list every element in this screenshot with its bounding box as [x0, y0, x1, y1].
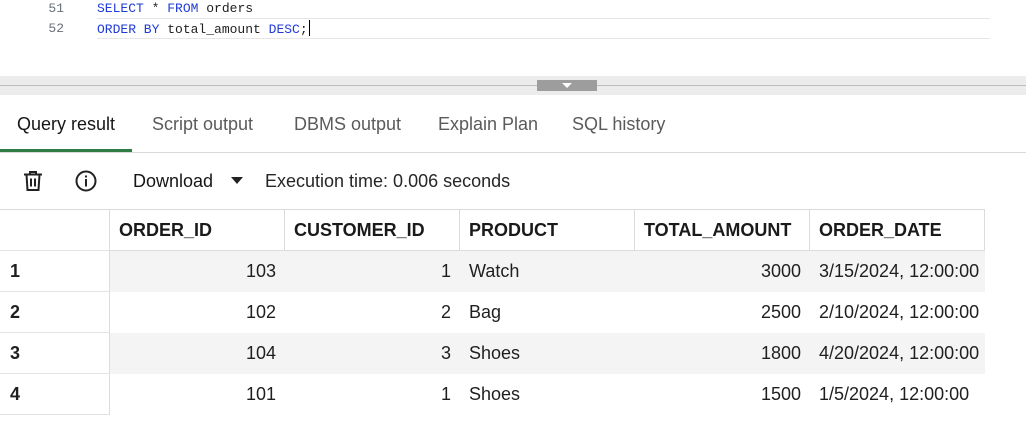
- cell-order-date[interactable]: 4/20/2024, 12:00:00: [810, 333, 985, 374]
- download-button[interactable]: Download: [133, 169, 213, 193]
- cell-total-amount[interactable]: 1800: [635, 333, 810, 374]
- cell-product[interactable]: Shoes: [460, 374, 635, 415]
- splitter-handle[interactable]: [537, 80, 597, 91]
- sql-keyword: SELECT: [97, 1, 144, 16]
- code-line: 52 ORDER BY total_amount DESC;: [0, 20, 1010, 40]
- splitter-rule: [0, 85, 1026, 86]
- text-cursor: [308, 20, 310, 36]
- cell-total-amount[interactable]: 3000: [635, 251, 810, 292]
- column-header[interactable]: ORDER_DATE: [810, 210, 985, 251]
- sql-editor[interactable]: 51 SELECT * FROM orders 52 ORDER BY tota…: [0, 0, 1026, 76]
- column-header[interactable]: TOTAL_AMOUNT: [635, 210, 810, 251]
- table-row[interactable]: 2 102 2 Bag 2500 2/10/2024, 12:00:00: [0, 292, 985, 333]
- tab-explain-plan[interactable]: Explain Plan: [421, 95, 555, 152]
- cell-order-date[interactable]: 1/5/2024, 12:00:00: [810, 374, 985, 415]
- cell-customer-id[interactable]: 3: [285, 333, 460, 374]
- cell-product[interactable]: Bag: [460, 292, 635, 333]
- collapse-arrow-icon: [562, 83, 572, 88]
- result-grid: ORDER_ID CUSTOMER_ID PRODUCT TOTAL_AMOUN…: [0, 209, 985, 415]
- column-header[interactable]: CUSTOMER_ID: [285, 210, 460, 251]
- cell-order-date[interactable]: 3/15/2024, 12:00:00: [810, 251, 985, 292]
- sql-text: total_amount: [159, 22, 269, 37]
- cell-order-id[interactable]: 104: [110, 333, 285, 374]
- cell-order-id[interactable]: 101: [110, 374, 285, 415]
- result-toolbar: Download Execution time: 0.006 seconds: [0, 153, 1026, 209]
- tab-script-output[interactable]: Script output: [135, 95, 270, 152]
- table-row[interactable]: 4 101 1 Shoes 1500 1/5/2024, 12:00:00: [0, 374, 985, 415]
- code-line: 51 SELECT * FROM orders: [0, 0, 1010, 20]
- sql-text: ;: [299, 22, 308, 37]
- trash-icon[interactable]: [21, 169, 45, 193]
- cell-order-date[interactable]: 2/10/2024, 12:00:00: [810, 292, 985, 333]
- row-number[interactable]: 1: [0, 251, 110, 292]
- grid-header-row: ORDER_ID CUSTOMER_ID PRODUCT TOTAL_AMOUN…: [0, 210, 985, 251]
- sql-text: *: [143, 1, 168, 16]
- table-row[interactable]: 1 103 1 Watch 3000 3/15/2024, 12:00:00: [0, 251, 985, 292]
- grid-body: 1 103 1 Watch 3000 3/15/2024, 12:00:00 2…: [0, 251, 985, 415]
- row-number[interactable]: 3: [0, 333, 110, 374]
- row-number[interactable]: 2: [0, 292, 110, 333]
- chevron-down-icon[interactable]: [231, 177, 243, 184]
- code-text[interactable]: ORDER BY total_amount DESC;: [97, 20, 990, 39]
- execution-time: Execution time: 0.006 seconds: [265, 171, 511, 191]
- cell-product[interactable]: Watch: [460, 251, 635, 292]
- pane-splitter[interactable]: [0, 76, 1026, 95]
- column-header[interactable]: PRODUCT: [460, 210, 635, 251]
- cell-customer-id[interactable]: 1: [285, 374, 460, 415]
- line-number: 51: [48, 1, 64, 16]
- code-text[interactable]: SELECT * FROM orders: [97, 0, 990, 19]
- cell-total-amount[interactable]: 2500: [635, 292, 810, 333]
- output-tabs: Query result Script output DBMS output E…: [0, 95, 1026, 153]
- info-icon[interactable]: [74, 169, 98, 193]
- cell-customer-id[interactable]: 2: [285, 292, 460, 333]
- cell-order-id[interactable]: 103: [110, 251, 285, 292]
- column-header[interactable]: ORDER_ID: [110, 210, 285, 251]
- cell-customer-id[interactable]: 1: [285, 251, 460, 292]
- table-row[interactable]: 3 104 3 Shoes 1800 4/20/2024, 12:00:00: [0, 333, 985, 374]
- row-number[interactable]: 4: [0, 374, 110, 415]
- cell-product[interactable]: Shoes: [460, 333, 635, 374]
- cell-order-id[interactable]: 102: [110, 292, 285, 333]
- row-number-header: [0, 210, 110, 251]
- sql-keyword: DESC: [268, 22, 300, 37]
- line-number: 52: [48, 21, 64, 36]
- tab-query-result[interactable]: Query result: [0, 95, 133, 152]
- sql-text: orders: [198, 1, 254, 16]
- tab-dbms-output[interactable]: DBMS output: [277, 95, 418, 152]
- sql-keyword: ORDER BY: [97, 22, 160, 37]
- tab-sql-history[interactable]: SQL history: [555, 95, 682, 152]
- cell-total-amount[interactable]: 1500: [635, 374, 810, 415]
- sql-keyword: FROM: [167, 1, 199, 16]
